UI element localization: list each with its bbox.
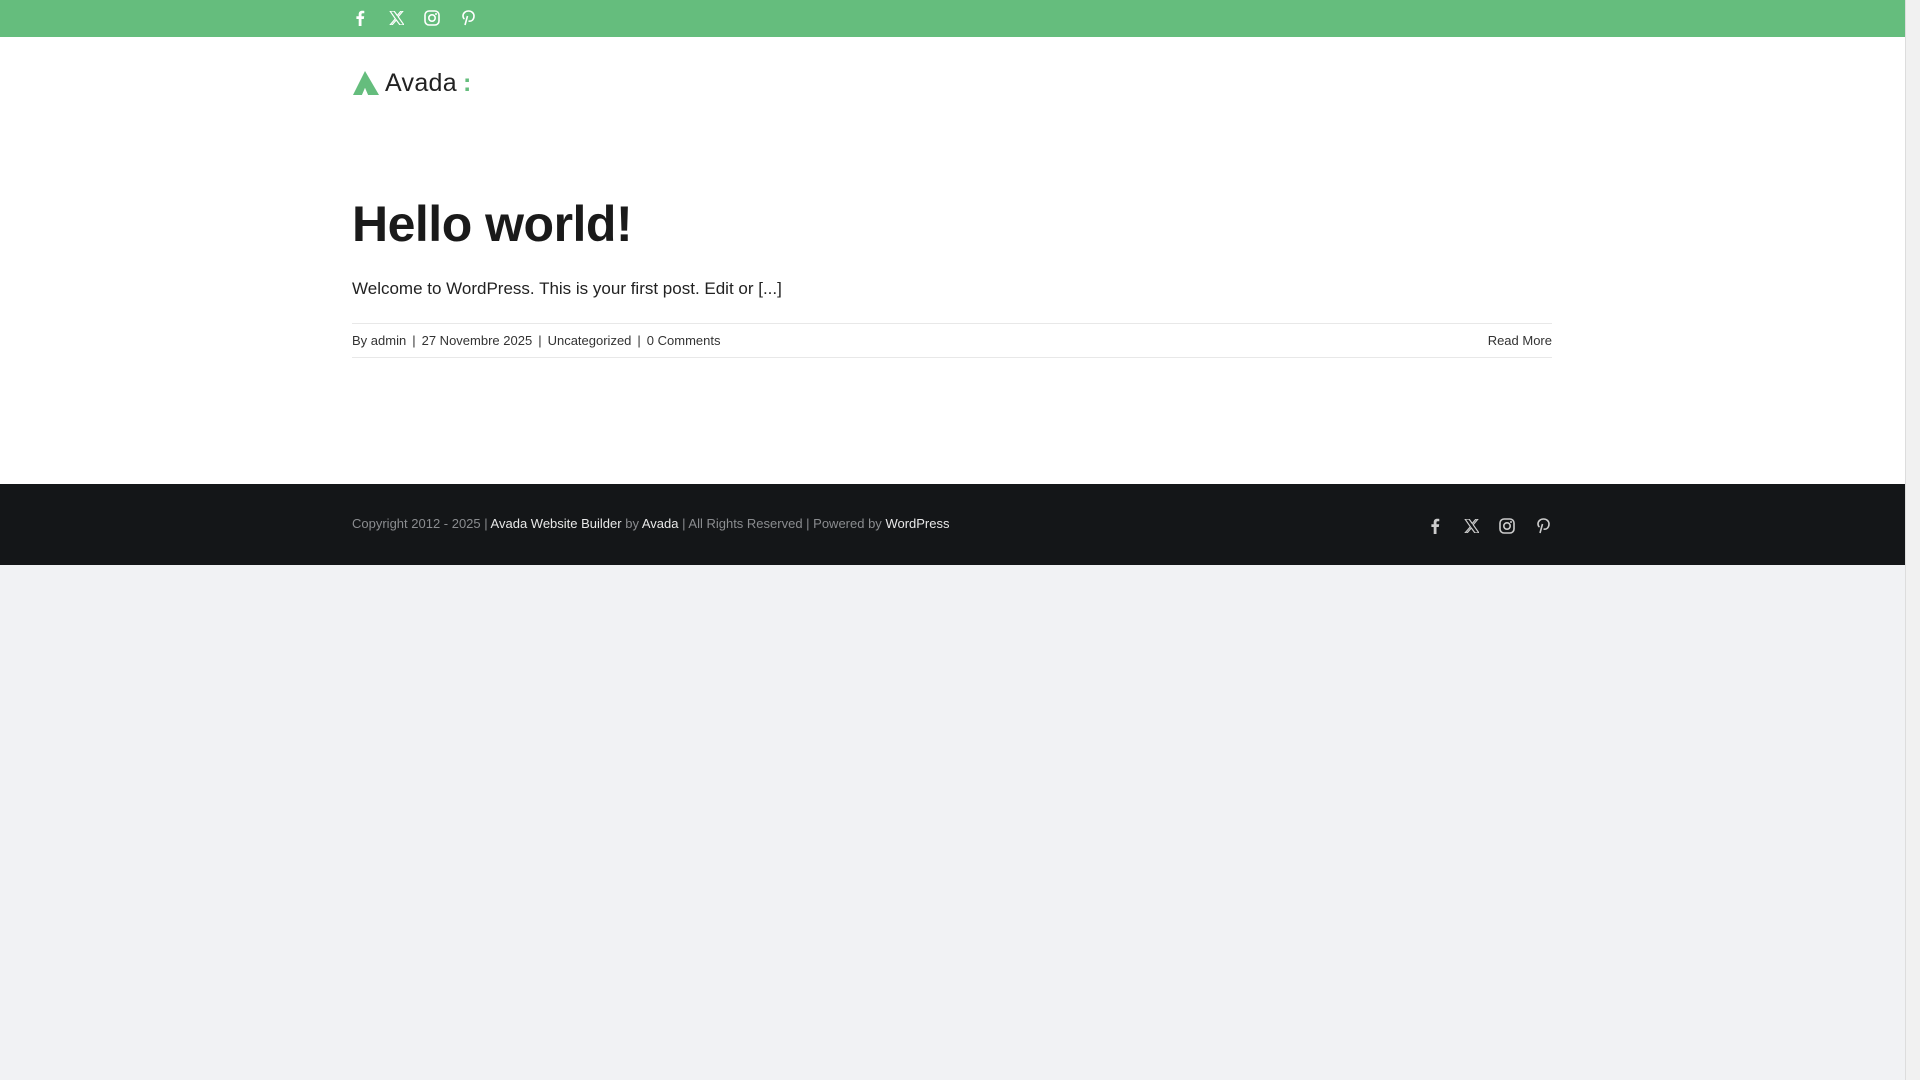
pinterest-icon[interactable] bbox=[1534, 517, 1552, 535]
pinterest-icon[interactable] bbox=[459, 9, 477, 27]
instagram-icon[interactable] bbox=[423, 9, 441, 27]
post-excerpt: Welcome to WordPress. This is your first… bbox=[352, 279, 782, 298]
meta-comments[interactable]: 0 Comments bbox=[647, 333, 721, 348]
facebook-icon[interactable] bbox=[1426, 517, 1444, 535]
wordpress-link[interactable]: WordPress bbox=[885, 516, 949, 531]
facebook-icon[interactable] bbox=[351, 9, 369, 27]
top-bar bbox=[0, 0, 1905, 37]
avada-logo-icon bbox=[353, 71, 379, 95]
x-twitter-icon[interactable] bbox=[387, 9, 405, 27]
main-content: Avada : Hello world! Welcome to WordPres… bbox=[0, 37, 1905, 484]
by-text: by bbox=[625, 516, 639, 531]
avada-link[interactable]: Avada bbox=[642, 516, 679, 531]
logo-text: Avada bbox=[385, 69, 457, 97]
post-meta: By admin | 27 Novembre 2025 | Uncategori… bbox=[352, 323, 1552, 358]
meta-separator: | bbox=[538, 333, 542, 348]
footer: Copyright 2012 - 2025 | Avada Website Bu… bbox=[0, 484, 1905, 565]
post-title[interactable]: Hello world! bbox=[352, 195, 633, 253]
rights-text: | All Rights Reserved | Powered by bbox=[682, 516, 882, 531]
site-logo[interactable]: Avada : bbox=[353, 69, 472, 97]
logo-colon: : bbox=[462, 69, 472, 97]
x-twitter-icon[interactable] bbox=[1462, 517, 1480, 535]
meta-separator: | bbox=[412, 333, 416, 348]
scrollbar[interactable] bbox=[1905, 0, 1920, 1080]
copyright-text: Copyright 2012 - 2025 | bbox=[352, 516, 488, 531]
page: Avada : Hello world! Welcome to WordPres… bbox=[0, 0, 1905, 1080]
footer-social-links bbox=[1426, 517, 1552, 535]
meta-category[interactable]: Uncategorized bbox=[548, 333, 632, 348]
meta-separator: | bbox=[637, 333, 641, 348]
instagram-icon[interactable] bbox=[1498, 517, 1516, 535]
read-more-link[interactable]: Read More bbox=[1488, 333, 1552, 348]
meta-by: By bbox=[352, 333, 368, 348]
meta-date: 27 Novembre 2025 bbox=[421, 333, 533, 348]
copyright: Copyright 2012 - 2025 | Avada Website Bu… bbox=[352, 516, 950, 531]
avada-builder-link[interactable]: Avada Website Builder bbox=[491, 516, 622, 531]
meta-author[interactable]: admin bbox=[371, 333, 406, 348]
social-links bbox=[351, 9, 477, 27]
